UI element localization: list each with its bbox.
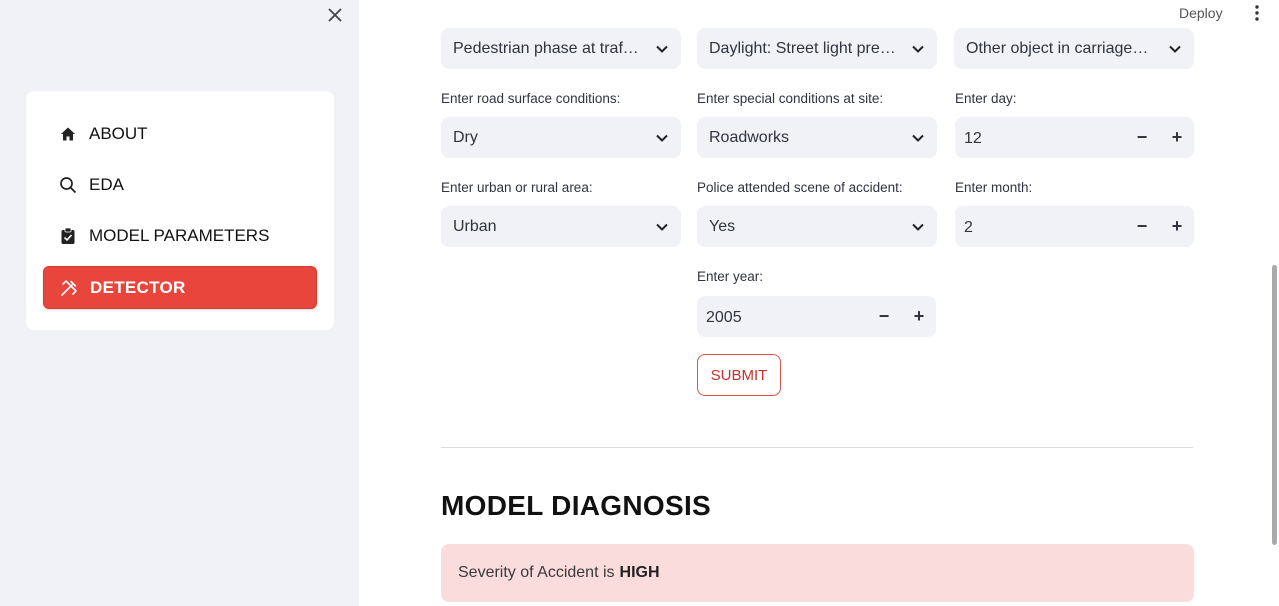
diagnosis-title: MODEL DIAGNOSIS xyxy=(441,490,712,521)
year-decrement-button[interactable]: − xyxy=(871,304,897,329)
day-increment-button[interactable]: + xyxy=(1164,125,1190,150)
nav-item-detector[interactable]: DETECTOR xyxy=(43,266,317,309)
select-value: Daylight: Street light present xyxy=(709,39,899,57)
close-sidebar-button[interactable] xyxy=(323,3,347,27)
severity-value: HIGH xyxy=(619,564,660,581)
divider xyxy=(441,447,1193,448)
chevron-down-icon xyxy=(656,223,668,231)
chevron-down-icon xyxy=(1169,45,1181,53)
search-icon xyxy=(59,176,77,194)
main-menu-button[interactable] xyxy=(1248,3,1266,23)
police-label: Police attended scene of accident: xyxy=(697,180,903,195)
home-icon xyxy=(59,125,77,143)
police-select[interactable]: Yes xyxy=(697,206,937,247)
area-label: Enter urban or rural area: xyxy=(441,180,593,195)
nav-item-model-parameters[interactable]: MODEL PARAMETERS xyxy=(43,214,317,257)
tools-icon xyxy=(60,279,78,297)
chevron-down-icon xyxy=(656,45,668,53)
select-value: Roadworks xyxy=(709,128,790,146)
scrollbar-thumb[interactable] xyxy=(1272,265,1277,545)
chevron-down-icon xyxy=(656,134,668,142)
nav-item-label: ABOUT xyxy=(89,123,148,143)
year-label: Enter year: xyxy=(697,269,764,284)
chevron-down-icon xyxy=(912,223,924,231)
month-decrement-button[interactable]: − xyxy=(1129,214,1155,239)
submit-button[interactable]: SUBMIT xyxy=(697,354,781,396)
year-increment-button[interactable]: + xyxy=(906,304,932,329)
day-number-input: − + xyxy=(955,117,1194,160)
road-surface-label: Enter road surface conditions: xyxy=(441,91,621,106)
month-number-input: − + xyxy=(955,206,1194,249)
month-increment-button[interactable]: + xyxy=(1164,214,1190,239)
pedestrian-select[interactable]: Pedestrian phase at traffic signal junct… xyxy=(441,28,681,69)
diagnosis-result-alert: Severity of Accident is HIGH xyxy=(441,544,1194,602)
month-label: Enter month: xyxy=(955,180,1033,195)
nav-menu: ABOUT EDA MODEL PARAMETERS DETECTOR xyxy=(26,91,334,330)
nav-item-label: DETECTOR xyxy=(90,277,186,297)
nav-item-label: EDA xyxy=(89,174,124,194)
deploy-button[interactable]: Deploy xyxy=(1179,2,1233,24)
select-value: Pedestrian phase at traffic signal junct… xyxy=(453,39,643,57)
select-value: Urban xyxy=(453,217,497,235)
nav-item-about[interactable]: ABOUT xyxy=(43,112,317,155)
diagnosis-text: Severity of Accident is xyxy=(458,564,615,581)
area-select[interactable]: Urban xyxy=(441,206,681,247)
special-conditions-label: Enter special conditions at site: xyxy=(697,91,884,106)
more-vertical-icon xyxy=(1255,5,1259,21)
chevron-down-icon xyxy=(912,45,924,53)
special-conditions-select[interactable]: Roadworks xyxy=(697,117,937,158)
day-decrement-button[interactable]: − xyxy=(1129,125,1155,150)
chevron-down-icon xyxy=(912,134,924,142)
select-value: Yes xyxy=(709,217,736,235)
nav-item-label: MODEL PARAMETERS xyxy=(89,225,270,245)
sidebar: ABOUT EDA MODEL PARAMETERS DETECTOR xyxy=(0,0,359,606)
year-number-input: − + xyxy=(697,296,936,339)
nav-item-eda[interactable]: EDA xyxy=(43,163,317,206)
road-surface-select[interactable]: Dry xyxy=(441,117,681,158)
day-input[interactable] xyxy=(955,117,1126,160)
select-value: Dry xyxy=(453,128,478,146)
select-value: Other object in carriageway xyxy=(966,39,1156,57)
close-icon xyxy=(328,8,342,22)
light-conditions-select[interactable]: Daylight: Street light present xyxy=(697,28,937,69)
day-label: Enter day: xyxy=(955,91,1017,106)
month-input[interactable] xyxy=(955,206,1126,249)
year-input[interactable] xyxy=(697,296,868,339)
clipboard-icon xyxy=(59,227,77,245)
carriageway-hazards-select[interactable]: Other object in carriageway xyxy=(954,28,1194,69)
